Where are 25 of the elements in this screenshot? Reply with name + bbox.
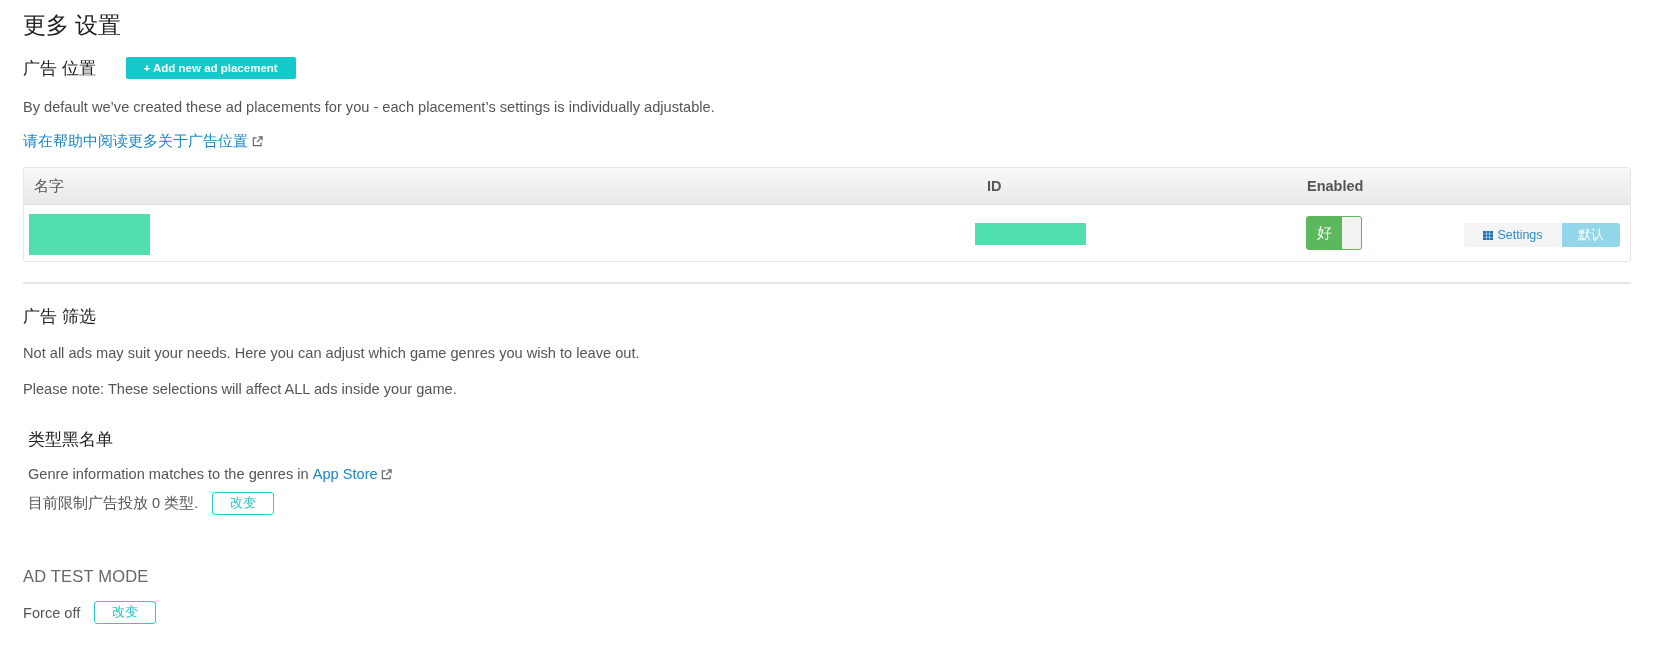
column-header: Enabled xyxy=(1295,168,1464,205)
section-heading: AD TEST MODE xyxy=(23,566,149,587)
external-link-icon xyxy=(252,135,263,147)
app-store-link[interactable]: App Store xyxy=(312,464,392,484)
grid-icon xyxy=(1483,230,1494,240)
help-link[interactable]: 请在帮助中阅读更多关于广告位置 xyxy=(23,131,263,151)
subsection-heading: 类型黑名单 xyxy=(28,429,113,450)
section-heading: 广告 位置 xyxy=(23,58,96,79)
external-link-icon xyxy=(380,468,392,480)
test-mode-status: Force off xyxy=(23,604,81,621)
description-text: By default we’ve created these ad placements for you - each placement’s settings is individually adjustable. xyxy=(23,98,715,117)
column-header: ID xyxy=(975,168,1295,205)
column-header: 名字 xyxy=(24,168,975,205)
default-button[interactable]: 默认 xyxy=(1562,223,1620,247)
settings-button[interactable]: Settings xyxy=(1464,223,1562,247)
add-placement-button[interactable]: + Add new ad placement xyxy=(125,57,296,79)
change-button[interactable]: 改变 xyxy=(94,601,157,624)
section-heading: 广告 筛选 xyxy=(23,306,96,327)
info-text: Please note: These selections will affect ALL ads inside your game. xyxy=(23,380,457,399)
genre-status-text: 目前限制广告投放 0 类型. xyxy=(28,494,199,513)
page-title: 更多 设置 xyxy=(23,11,122,40)
info-text: Not all ads may suit your needs. Here you can adjust which game genres you wish to leave out. xyxy=(23,344,640,363)
change-button[interactable]: 改变 xyxy=(212,492,275,515)
genre-info-text: Genre information matches to the genres in App Store xyxy=(28,464,392,484)
enabled-toggle[interactable]: 好 xyxy=(1306,216,1362,250)
